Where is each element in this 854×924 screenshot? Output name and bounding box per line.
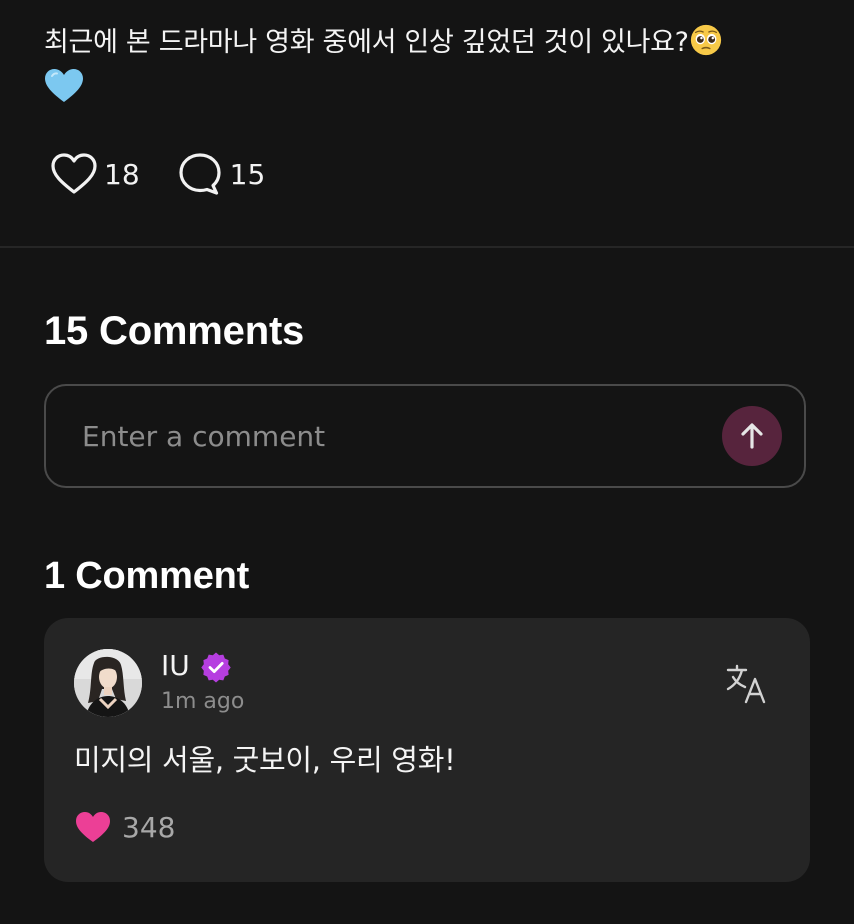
post-body: 최근에 본 드라마나 영화 중에서 인상 깊었던 것이 있나요? <box>44 27 689 58</box>
send-button[interactable] <box>722 406 782 466</box>
heart-outline-icon <box>51 153 97 194</box>
speech-bubble-icon <box>179 153 221 195</box>
comment-like-button[interactable]: 348 <box>74 810 175 844</box>
comment-button[interactable]: 15 <box>178 151 266 197</box>
comment-input[interactable]: Enter a comment <box>44 384 806 488</box>
comment-card: IU 1m ago 미지의 서울, 굿보이, 우리 영화! 348 <box>44 618 810 882</box>
avatar-image <box>74 649 142 717</box>
heart-filled-icon <box>76 812 110 842</box>
comments-title: 15 Comments <box>44 309 305 353</box>
post-actions: 18 15 <box>50 152 265 196</box>
comment-author[interactable]: IU <box>161 649 190 683</box>
like-button[interactable]: 18 <box>50 152 140 196</box>
comment-time: 1m ago <box>161 689 245 714</box>
verified-badge-icon <box>201 652 231 683</box>
light-blue-heart-emoji <box>45 69 83 102</box>
arrow-up-icon <box>741 423 763 449</box>
comment-count: 15 <box>229 157 266 191</box>
divider <box>0 246 854 248</box>
like-count: 18 <box>104 157 140 191</box>
pleading-face-emoji <box>690 24 721 56</box>
comment-count-title: 1 Comment <box>44 555 250 597</box>
avatar[interactable] <box>74 649 142 717</box>
comment-body: 미지의 서울, 굿보이, 우리 영화! <box>74 743 456 777</box>
post-page: 최근에 본 드라마나 영화 중에서 인상 깊었던 것이 있나요? 18 15 1… <box>0 0 854 924</box>
translate-icon[interactable] <box>724 662 768 706</box>
post-text: 최근에 본 드라마나 영화 중에서 인상 깊었던 것이 있나요? <box>44 22 824 104</box>
comment-like-count: 348 <box>122 810 176 844</box>
comment-input-placeholder: Enter a comment <box>82 420 326 453</box>
